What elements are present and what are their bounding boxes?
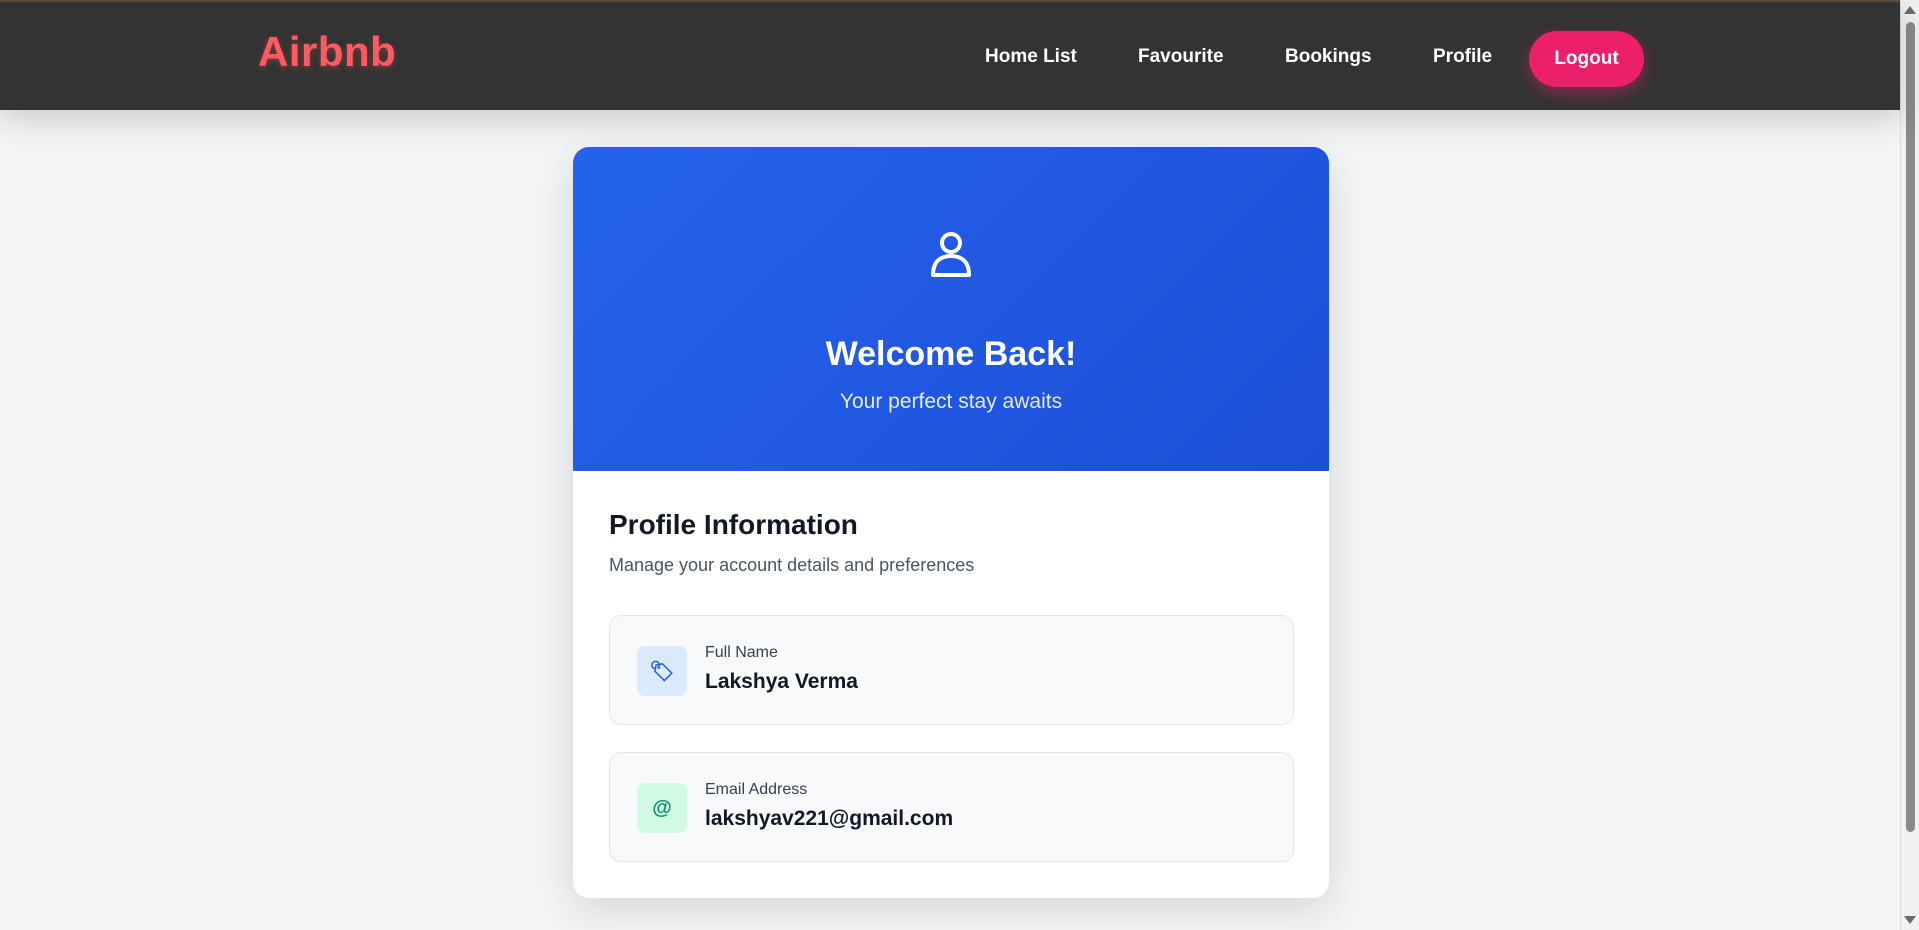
scroll-thumb[interactable] xyxy=(1906,22,1915,832)
name-tag-icon: 🏷 xyxy=(637,646,687,696)
full-name-value: Lakshya Verma xyxy=(705,670,858,693)
scroll-up-arrow-icon[interactable] xyxy=(1904,6,1916,14)
full-name-field: 🏷 Full Name Lakshya Verma xyxy=(609,615,1294,725)
page-scrollbar[interactable] xyxy=(1900,0,1919,930)
email-field: @ Email Address lakshyav221@gmail.com xyxy=(609,752,1294,862)
brand-logo[interactable]: Airbnb xyxy=(258,28,396,76)
full-name-label: Full Name xyxy=(705,644,778,661)
profile-section-subtitle: Manage your account details and preferen… xyxy=(609,555,975,575)
scroll-down-arrow-icon[interactable] xyxy=(1904,916,1916,924)
nav-link-bookings[interactable]: Bookings xyxy=(1285,46,1372,68)
nav-link-profile[interactable]: Profile xyxy=(1433,46,1492,68)
welcome-title: Welcome Back! xyxy=(825,335,1077,373)
nav-link-home-list[interactable]: Home List xyxy=(985,46,1077,68)
user-icon xyxy=(931,232,971,277)
welcome-banner: Welcome Back! Your perfect stay awaits xyxy=(573,147,1329,471)
email-label: Email Address xyxy=(705,781,808,798)
at-icon: @ xyxy=(637,783,687,833)
nav-link-favourite[interactable]: Favourite xyxy=(1138,46,1224,68)
logout-button[interactable]: Logout xyxy=(1529,31,1644,87)
profile-card: Welcome Back! Your perfect stay awaits P… xyxy=(573,147,1329,898)
email-value: lakshyav221@gmail.com xyxy=(705,807,954,830)
welcome-subtitle: Your perfect stay awaits xyxy=(839,390,1063,413)
top-navbar: Airbnb Home List Favourite Bookings Prof… xyxy=(0,0,1900,110)
profile-section-title: Profile Information xyxy=(609,509,858,540)
